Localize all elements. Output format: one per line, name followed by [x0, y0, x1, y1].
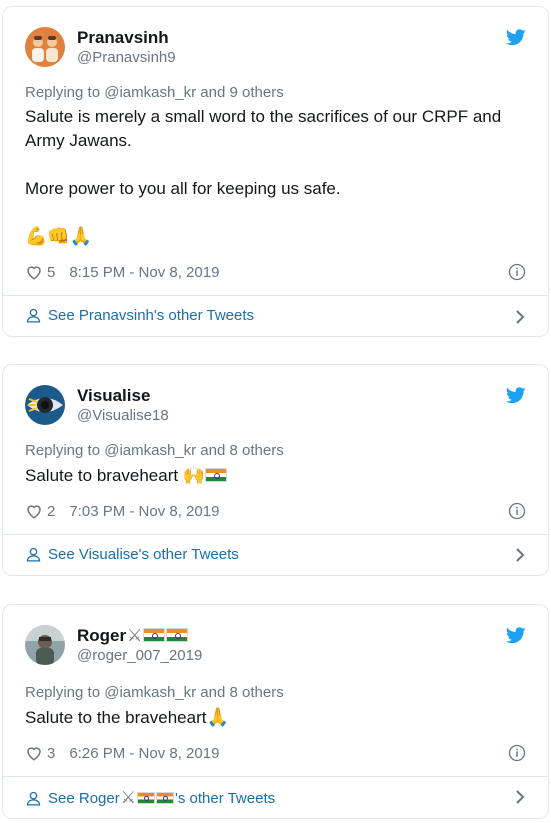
tweet-meta: 5 8:15 PM - Nov 8, 2019	[25, 262, 219, 282]
heart-icon[interactable]	[25, 744, 43, 762]
mention-link[interactable]: @iamkash_kr	[104, 442, 196, 459]
replying-others[interactable]: and 8 others	[196, 684, 283, 701]
crossed-swords-icon: ⚔	[127, 626, 143, 645]
avatar[interactable]	[25, 27, 65, 67]
info-icon[interactable]	[508, 263, 526, 281]
india-flag-icon	[136, 792, 155, 804]
chevron-right-icon[interactable]	[514, 547, 526, 563]
see-other-tweets-link[interactable]: See Pranavsinh's other Tweets	[25, 307, 254, 324]
info-icon[interactable]	[508, 744, 526, 762]
tweet-card: Pranavsinh @Pranavsinh9 Replying to @iam…	[2, 6, 549, 337]
tweet-meta: 3 6:26 PM - Nov 8, 2019	[25, 743, 219, 763]
crossed-swords-icon: ⚔	[120, 788, 136, 807]
twitter-bird-icon[interactable]	[506, 387, 526, 404]
see-other-tweets-label[interactable]: See Roger	[48, 790, 120, 807]
twitter-bird-icon[interactable]	[506, 29, 526, 46]
timestamp[interactable]: 7:03 PM - Nov 8, 2019	[69, 503, 219, 520]
replying-to: Replying to @iamkash_kr and 8 others	[25, 684, 284, 701]
replying-others[interactable]: and 8 others	[196, 442, 283, 459]
replying-to: Replying to @iamkash_kr and 8 others	[25, 442, 284, 459]
see-other-tweets-suffix[interactable]: 's other Tweets	[175, 790, 275, 807]
replying-label: Replying to	[25, 84, 105, 101]
see-other-tweets-link[interactable]: See Visualise's other Tweets	[25, 546, 239, 563]
chevron-right-icon[interactable]	[514, 309, 526, 325]
timestamp[interactable]: 6:26 PM - Nov 8, 2019	[69, 745, 219, 762]
display-name-text: Roger	[77, 626, 127, 645]
tweet-card: Roger⚔ @roger_007_2019 Replying to @iamk…	[2, 604, 549, 819]
info-icon[interactable]	[508, 502, 526, 520]
user-handle[interactable]: @roger_007_2019	[77, 646, 202, 666]
see-other-tweets-link[interactable]: See Roger ⚔ 's other Tweets	[25, 788, 275, 808]
avatar[interactable]	[25, 625, 65, 665]
like-count[interactable]: 3	[47, 745, 55, 762]
like-count[interactable]: 2	[47, 503, 55, 520]
tweet-text-line: More power to you all for keeping us saf…	[25, 179, 341, 198]
display-name[interactable]: Pranavsinh	[77, 28, 176, 48]
user-handle[interactable]: @Pranavsinh9	[77, 48, 176, 68]
tweet-emojis: 💪👊🙏	[25, 225, 535, 249]
chevron-right-icon[interactable]	[514, 789, 526, 805]
replying-label: Replying to	[25, 442, 105, 459]
india-flag-icon	[155, 792, 174, 804]
divider	[3, 776, 548, 777]
display-name[interactable]: Roger⚔	[77, 626, 202, 646]
replying-to: Replying to @iamkash_kr and 9 others	[25, 84, 284, 101]
replying-others[interactable]: and 9 others	[196, 84, 283, 101]
tweet-meta: 2 7:03 PM - Nov 8, 2019	[25, 501, 219, 521]
user-handle[interactable]: @Visualise18	[77, 406, 169, 426]
tweet-text-line: Salute is merely a small word to the sac…	[25, 107, 502, 126]
india-flag-icon	[166, 628, 189, 642]
folded-hands-emoji: 🙏	[206, 707, 229, 727]
mention-link[interactable]: @iamkash_kr	[104, 684, 196, 701]
india-flag-icon	[205, 468, 228, 482]
india-flag-icon	[143, 628, 166, 642]
see-other-tweets-label[interactable]: See Visualise's other Tweets	[48, 546, 239, 563]
tweet-text: Salute to the braveheart🙏	[25, 706, 535, 730]
see-other-tweets-label[interactable]: See Pranavsinh's other Tweets	[48, 307, 254, 324]
avatar[interactable]	[25, 385, 65, 425]
user-icon	[26, 547, 41, 562]
user-icon	[26, 791, 41, 806]
timestamp[interactable]: 8:15 PM - Nov 8, 2019	[69, 264, 219, 281]
heart-icon[interactable]	[25, 263, 43, 281]
display-name[interactable]: Visualise	[77, 386, 169, 406]
replying-label: Replying to	[25, 684, 105, 701]
like-count[interactable]: 5	[47, 264, 55, 281]
tweet-card: Visualise @Visualise18 Replying to @iamk…	[2, 364, 549, 576]
tweet-text-body: Salute to the braveheart	[25, 708, 207, 727]
user-icon	[26, 308, 41, 323]
twitter-bird-icon[interactable]	[506, 627, 526, 644]
divider	[3, 295, 548, 296]
tweet-text: Salute to braveheart 🙌	[25, 464, 535, 488]
raised-hands-emoji: 🙌	[182, 465, 206, 485]
mention-link[interactable]: @iamkash_kr	[104, 84, 196, 101]
divider	[3, 534, 548, 535]
tweet-text: Salute is merely a small word to the sac…	[25, 105, 535, 153]
tweet-text-body: Salute to braveheart	[25, 466, 179, 485]
tweet-text-line: Army Jawans.	[25, 131, 132, 150]
heart-icon[interactable]	[25, 502, 43, 520]
emoji-group: 💪👊🙏	[25, 226, 93, 246]
